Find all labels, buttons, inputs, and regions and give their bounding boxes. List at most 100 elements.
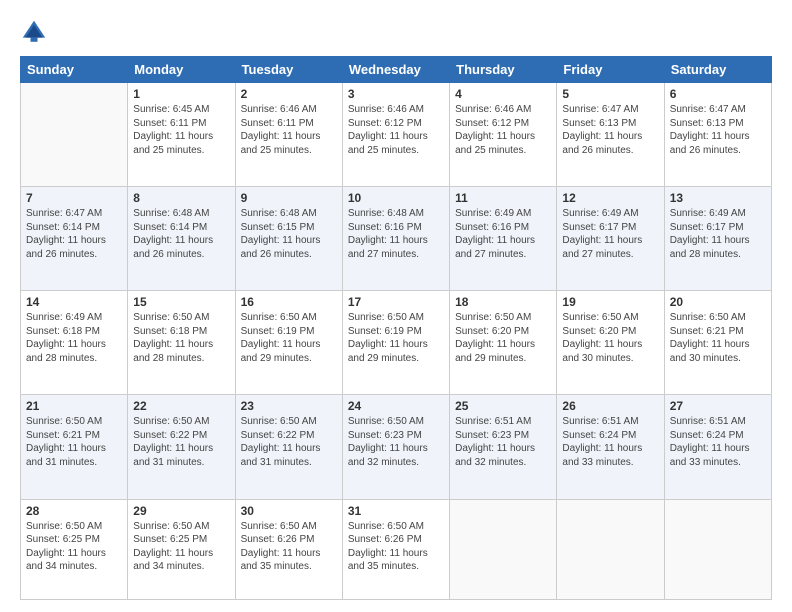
day-detail: Sunrise: 6:46 AMSunset: 6:12 PMDaylight:… xyxy=(348,104,428,156)
table-row: 13 Sunrise: 6:49 AMSunset: 6:17 PMDaylig… xyxy=(664,187,771,291)
day-detail: Sunrise: 6:50 AMSunset: 6:21 PMDaylight:… xyxy=(670,312,750,364)
day-detail: Sunrise: 6:46 AMSunset: 6:12 PMDaylight:… xyxy=(455,104,535,156)
calendar-header-row: Sunday Monday Tuesday Wednesday Thursday… xyxy=(21,57,772,83)
day-number: 10 xyxy=(348,191,444,205)
day-detail: Sunrise: 6:47 AMSunset: 6:13 PMDaylight:… xyxy=(670,104,750,156)
table-row: 23 Sunrise: 6:50 AMSunset: 6:22 PMDaylig… xyxy=(235,395,342,499)
table-row: 15 Sunrise: 6:50 AMSunset: 6:18 PMDaylig… xyxy=(128,291,235,395)
day-number: 11 xyxy=(455,191,551,205)
day-number: 15 xyxy=(133,295,229,309)
day-number: 16 xyxy=(241,295,337,309)
table-row: 28 Sunrise: 6:50 AMSunset: 6:25 PMDaylig… xyxy=(21,499,128,599)
table-row: 26 Sunrise: 6:51 AMSunset: 6:24 PMDaylig… xyxy=(557,395,664,499)
day-number: 19 xyxy=(562,295,658,309)
day-detail: Sunrise: 6:48 AMSunset: 6:16 PMDaylight:… xyxy=(348,208,428,260)
day-number: 2 xyxy=(241,87,337,101)
day-number: 27 xyxy=(670,399,766,413)
day-number: 29 xyxy=(133,504,229,518)
table-row: 12 Sunrise: 6:49 AMSunset: 6:17 PMDaylig… xyxy=(557,187,664,291)
table-row: 5 Sunrise: 6:47 AMSunset: 6:13 PMDayligh… xyxy=(557,83,664,187)
day-number: 8 xyxy=(133,191,229,205)
day-detail: Sunrise: 6:45 AMSunset: 6:11 PMDaylight:… xyxy=(133,104,213,156)
day-number: 22 xyxy=(133,399,229,413)
day-detail: Sunrise: 6:50 AMSunset: 6:26 PMDaylight:… xyxy=(241,521,321,573)
day-number: 14 xyxy=(26,295,122,309)
day-detail: Sunrise: 6:50 AMSunset: 6:19 PMDaylight:… xyxy=(348,312,428,364)
calendar-week-row: 14 Sunrise: 6:49 AMSunset: 6:18 PMDaylig… xyxy=(21,291,772,395)
day-detail: Sunrise: 6:50 AMSunset: 6:25 PMDaylight:… xyxy=(26,521,106,573)
day-detail: Sunrise: 6:50 AMSunset: 6:23 PMDaylight:… xyxy=(348,416,428,468)
table-row: 30 Sunrise: 6:50 AMSunset: 6:26 PMDaylig… xyxy=(235,499,342,599)
day-number: 23 xyxy=(241,399,337,413)
day-number: 9 xyxy=(241,191,337,205)
day-detail: Sunrise: 6:47 AMSunset: 6:14 PMDaylight:… xyxy=(26,208,106,260)
table-row: 6 Sunrise: 6:47 AMSunset: 6:13 PMDayligh… xyxy=(664,83,771,187)
table-row: 7 Sunrise: 6:47 AMSunset: 6:14 PMDayligh… xyxy=(21,187,128,291)
day-detail: Sunrise: 6:50 AMSunset: 6:19 PMDaylight:… xyxy=(241,312,321,364)
table-row: 1 Sunrise: 6:45 AMSunset: 6:11 PMDayligh… xyxy=(128,83,235,187)
day-number: 18 xyxy=(455,295,551,309)
day-detail: Sunrise: 6:49 AMSunset: 6:18 PMDaylight:… xyxy=(26,312,106,364)
table-row: 21 Sunrise: 6:50 AMSunset: 6:21 PMDaylig… xyxy=(21,395,128,499)
day-number: 5 xyxy=(562,87,658,101)
header xyxy=(20,18,772,46)
day-detail: Sunrise: 6:50 AMSunset: 6:18 PMDaylight:… xyxy=(133,312,213,364)
table-row: 19 Sunrise: 6:50 AMSunset: 6:20 PMDaylig… xyxy=(557,291,664,395)
day-detail: Sunrise: 6:47 AMSunset: 6:13 PMDaylight:… xyxy=(562,104,642,156)
day-detail: Sunrise: 6:50 AMSunset: 6:20 PMDaylight:… xyxy=(562,312,642,364)
day-detail: Sunrise: 6:49 AMSunset: 6:17 PMDaylight:… xyxy=(562,208,642,260)
day-number: 3 xyxy=(348,87,444,101)
day-detail: Sunrise: 6:51 AMSunset: 6:23 PMDaylight:… xyxy=(455,416,535,468)
day-detail: Sunrise: 6:50 AMSunset: 6:22 PMDaylight:… xyxy=(241,416,321,468)
day-number: 26 xyxy=(562,399,658,413)
table-row xyxy=(21,83,128,187)
col-friday: Friday xyxy=(557,57,664,83)
day-number: 4 xyxy=(455,87,551,101)
logo-icon xyxy=(20,18,48,46)
table-row: 16 Sunrise: 6:50 AMSunset: 6:19 PMDaylig… xyxy=(235,291,342,395)
day-detail: Sunrise: 6:49 AMSunset: 6:16 PMDaylight:… xyxy=(455,208,535,260)
table-row: 17 Sunrise: 6:50 AMSunset: 6:19 PMDaylig… xyxy=(342,291,449,395)
logo xyxy=(20,18,52,46)
day-number: 17 xyxy=(348,295,444,309)
table-row: 22 Sunrise: 6:50 AMSunset: 6:22 PMDaylig… xyxy=(128,395,235,499)
table-row: 18 Sunrise: 6:50 AMSunset: 6:20 PMDaylig… xyxy=(450,291,557,395)
day-number: 31 xyxy=(348,504,444,518)
table-row xyxy=(664,499,771,599)
day-number: 28 xyxy=(26,504,122,518)
col-wednesday: Wednesday xyxy=(342,57,449,83)
table-row: 31 Sunrise: 6:50 AMSunset: 6:26 PMDaylig… xyxy=(342,499,449,599)
table-row: 4 Sunrise: 6:46 AMSunset: 6:12 PMDayligh… xyxy=(450,83,557,187)
calendar-week-row: 28 Sunrise: 6:50 AMSunset: 6:25 PMDaylig… xyxy=(21,499,772,599)
table-row: 8 Sunrise: 6:48 AMSunset: 6:14 PMDayligh… xyxy=(128,187,235,291)
table-row: 29 Sunrise: 6:50 AMSunset: 6:25 PMDaylig… xyxy=(128,499,235,599)
day-detail: Sunrise: 6:46 AMSunset: 6:11 PMDaylight:… xyxy=(241,104,321,156)
table-row: 2 Sunrise: 6:46 AMSunset: 6:11 PMDayligh… xyxy=(235,83,342,187)
day-number: 13 xyxy=(670,191,766,205)
col-saturday: Saturday xyxy=(664,57,771,83)
table-row: 3 Sunrise: 6:46 AMSunset: 6:12 PMDayligh… xyxy=(342,83,449,187)
col-sunday: Sunday xyxy=(21,57,128,83)
day-detail: Sunrise: 6:49 AMSunset: 6:17 PMDaylight:… xyxy=(670,208,750,260)
day-number: 20 xyxy=(670,295,766,309)
calendar: Sunday Monday Tuesday Wednesday Thursday… xyxy=(20,56,772,600)
day-detail: Sunrise: 6:48 AMSunset: 6:14 PMDaylight:… xyxy=(133,208,213,260)
table-row: 11 Sunrise: 6:49 AMSunset: 6:16 PMDaylig… xyxy=(450,187,557,291)
table-row: 10 Sunrise: 6:48 AMSunset: 6:16 PMDaylig… xyxy=(342,187,449,291)
table-row: 24 Sunrise: 6:50 AMSunset: 6:23 PMDaylig… xyxy=(342,395,449,499)
day-number: 30 xyxy=(241,504,337,518)
table-row: 14 Sunrise: 6:49 AMSunset: 6:18 PMDaylig… xyxy=(21,291,128,395)
col-thursday: Thursday xyxy=(450,57,557,83)
table-row: 25 Sunrise: 6:51 AMSunset: 6:23 PMDaylig… xyxy=(450,395,557,499)
table-row: 27 Sunrise: 6:51 AMSunset: 6:24 PMDaylig… xyxy=(664,395,771,499)
day-number: 7 xyxy=(26,191,122,205)
table-row xyxy=(450,499,557,599)
table-row xyxy=(557,499,664,599)
day-detail: Sunrise: 6:48 AMSunset: 6:15 PMDaylight:… xyxy=(241,208,321,260)
calendar-week-row: 21 Sunrise: 6:50 AMSunset: 6:21 PMDaylig… xyxy=(21,395,772,499)
table-row: 20 Sunrise: 6:50 AMSunset: 6:21 PMDaylig… xyxy=(664,291,771,395)
col-tuesday: Tuesday xyxy=(235,57,342,83)
page: Sunday Monday Tuesday Wednesday Thursday… xyxy=(0,0,792,612)
calendar-week-row: 7 Sunrise: 6:47 AMSunset: 6:14 PMDayligh… xyxy=(21,187,772,291)
calendar-week-row: 1 Sunrise: 6:45 AMSunset: 6:11 PMDayligh… xyxy=(21,83,772,187)
